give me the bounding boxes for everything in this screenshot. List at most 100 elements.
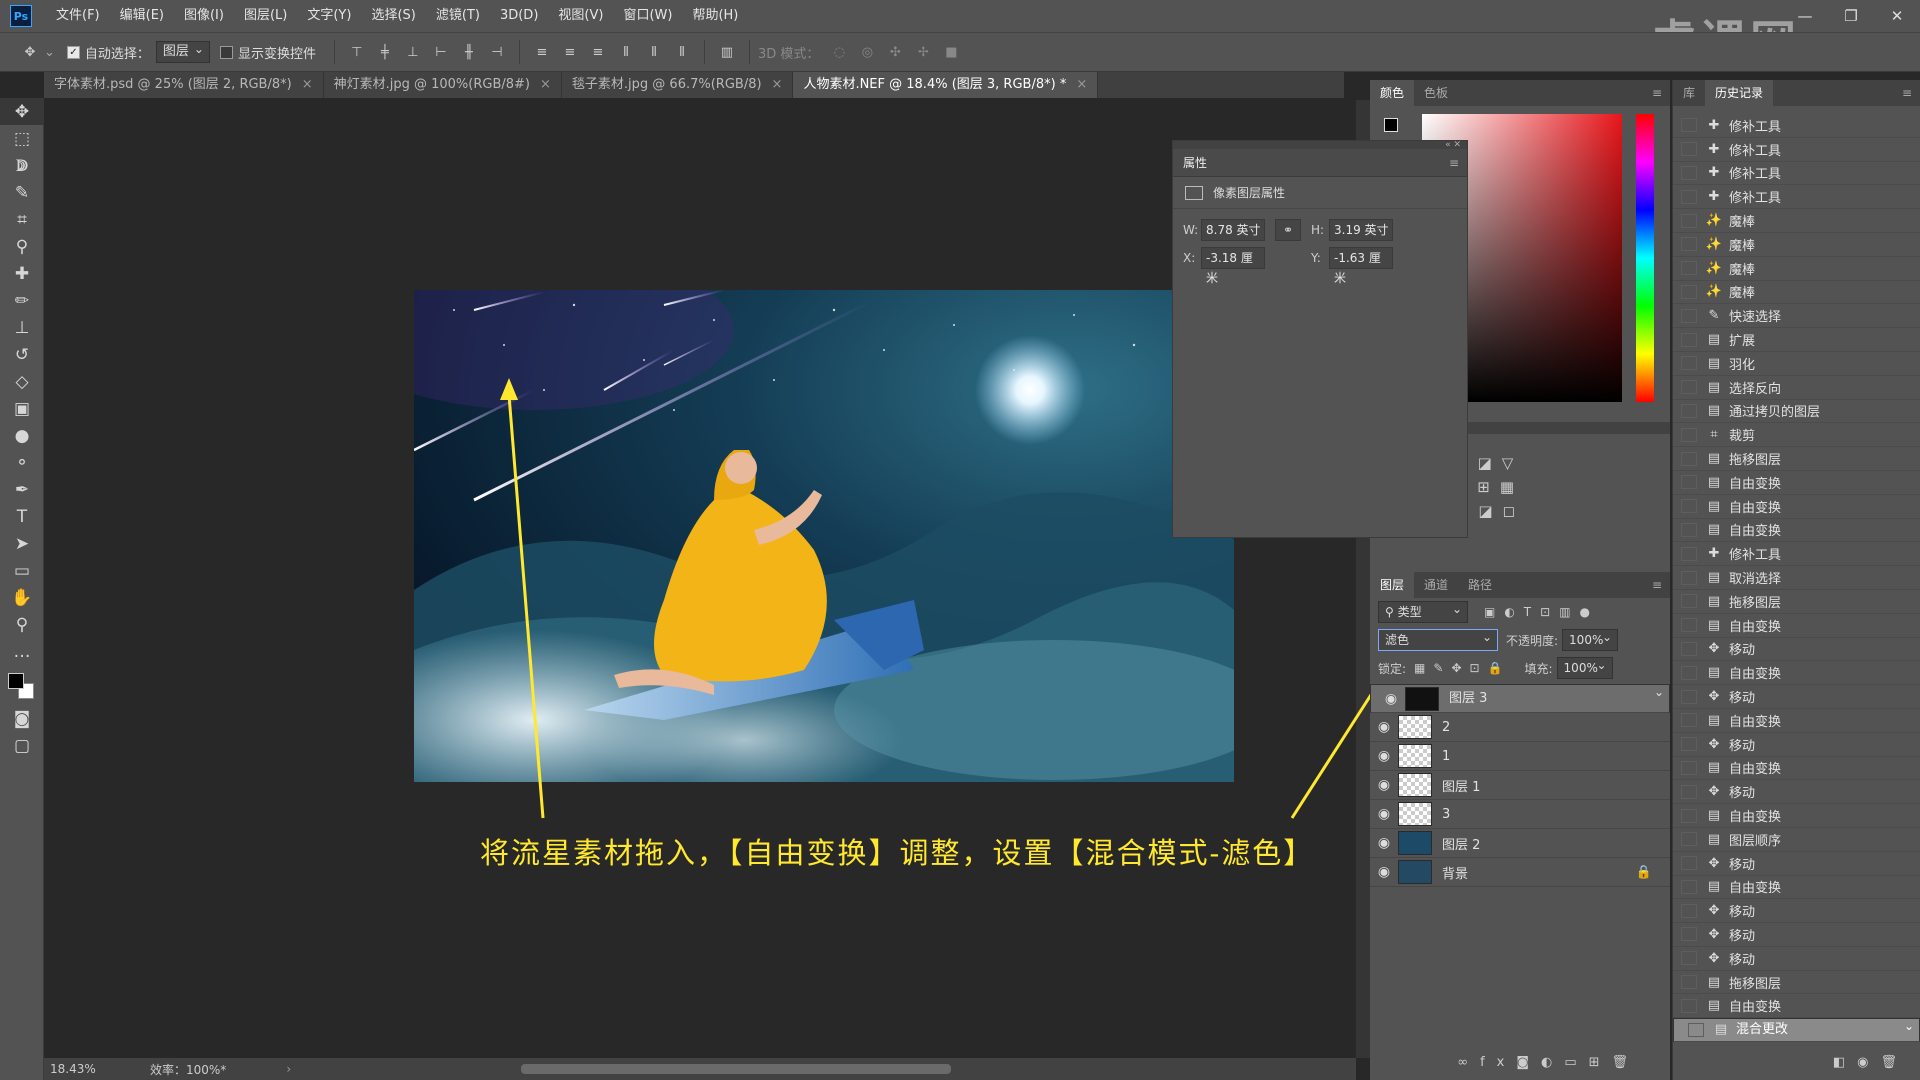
panel-close-icon[interactable]: « ✕ (1173, 141, 1467, 150)
document-image[interactable] (414, 290, 1234, 782)
align-top-icon[interactable]: ⊤ (345, 40, 369, 64)
layers-footer-icons[interactable]: ∞fx◙◐▭⊞🗑 (1370, 1048, 1670, 1076)
history-item[interactable]: ✚ 修补工具 (1673, 114, 1920, 138)
history-snapshot-box[interactable] (1681, 641, 1697, 656)
history-item[interactable]: ▤ 自由变换 (1673, 519, 1920, 543)
history-snapshot-box[interactable] (1681, 570, 1697, 585)
history-item[interactable]: ✚ 修补工具 (1673, 542, 1920, 567)
history-snapshot-box[interactable] (1681, 213, 1697, 228)
history-item[interactable]: ▤ 自由变换 (1673, 495, 1920, 519)
link-icon[interactable]: ⚭ (1275, 219, 1301, 241)
history-item[interactable]: ✥ 移动 (1673, 899, 1920, 924)
menu-item[interactable]: 窗口(W) (613, 0, 682, 32)
distribute-hcenter-icon[interactable]: ⦀ (642, 40, 666, 64)
history-snapshot-box[interactable] (1681, 522, 1697, 537)
history-snapshot-box[interactable] (1681, 308, 1697, 323)
fill-input[interactable]: 100% (1556, 655, 1613, 679)
history-item[interactable]: ▤ 自由变换 (1673, 614, 1920, 638)
history-snapshot-box[interactable] (1681, 760, 1697, 775)
distribute-top-icon[interactable]: ≡ (530, 40, 554, 64)
menu-item[interactable]: 编辑(E) (110, 0, 174, 32)
history-snapshot-box[interactable] (1681, 998, 1697, 1013)
history-item[interactable]: ⌗ 裁剪 (1673, 423, 1920, 448)
history-item[interactable]: ✨ 魔棒 (1673, 233, 1920, 257)
3d-pan-icon[interactable]: ✣ (883, 40, 907, 64)
filter-icons[interactable]: ▣◐T⊡▥● (1484, 605, 1599, 619)
history-item[interactable]: ▤ 自由变换 (1673, 804, 1920, 828)
panel-menu-icon[interactable]: ≡ (1644, 80, 1670, 106)
close-icon[interactable]: ✕ (1874, 0, 1920, 32)
history-snapshot-box[interactable] (1681, 951, 1697, 966)
history-snapshot-box[interactable] (1681, 903, 1697, 918)
tab-channels[interactable]: 通道 (1414, 572, 1458, 598)
history-item[interactable]: ▤ 自由变换 (1673, 709, 1920, 733)
history-snapshot-box[interactable] (1681, 594, 1697, 609)
menu-item[interactable]: 视图(V) (548, 0, 613, 32)
zoom-level[interactable]: 18.43% (50, 1062, 140, 1076)
history-item[interactable]: ▤ 拖移图层 (1673, 971, 1920, 995)
move-tool-icon[interactable]: ✥ (18, 40, 42, 64)
history-snapshot-box[interactable] (1681, 475, 1697, 490)
menu-item[interactable]: 文件(F) (46, 0, 110, 32)
3d-roll-icon[interactable]: ◎ (855, 40, 879, 64)
tab-document[interactable]: 字体素材.psd @ 25% (图层 2, RGB/8*) × (44, 72, 324, 98)
history-snapshot-box[interactable] (1681, 618, 1697, 633)
layer-row[interactable]: ◉ 2 (1370, 713, 1670, 742)
history-snapshot-box[interactable] (1681, 927, 1697, 942)
history-item[interactable]: ✚ 修补工具 (1673, 162, 1920, 186)
history-item[interactable]: ✥ 移动 (1673, 852, 1920, 876)
history-item[interactable]: ▤ 通过拷贝的图层 (1673, 400, 1920, 424)
tab-paths[interactable]: 路径 (1458, 572, 1502, 598)
3d-scale-icon[interactable]: ■ (939, 40, 963, 64)
auto-select-checkbox[interactable]: ✓ (66, 45, 80, 59)
distribute-right-icon[interactable]: ⦀ (670, 40, 694, 64)
history-item[interactable]: ▤ 扩展 (1673, 328, 1920, 352)
history-snapshot-box[interactable] (1681, 808, 1697, 823)
history-item[interactable]: ▤ 自由变换 (1673, 757, 1920, 781)
history-item[interactable]: ▤ 图层顺序 (1673, 828, 1920, 852)
history-item[interactable]: ▤ 拖移图层 (1673, 447, 1920, 471)
history-item[interactable]: ✚ 修补工具 (1673, 138, 1920, 162)
history-snapshot-box[interactable] (1688, 1023, 1704, 1038)
history-snapshot-box[interactable] (1681, 737, 1697, 752)
foreground-swatch[interactable] (1384, 118, 1398, 132)
distribute-bottom-icon[interactable]: ≡ (586, 40, 610, 64)
history-item[interactable]: ▤ 自由变换 (1673, 661, 1920, 686)
3d-slide-icon[interactable]: ✢ (911, 40, 935, 64)
layer-row[interactable]: ◉ 图层 3 (1370, 682, 1670, 713)
eye-icon[interactable]: ◉ (1370, 864, 1398, 880)
history-item[interactable]: ▤ 羽化 (1673, 352, 1920, 376)
pen-tool-icon[interactable]: ✒ (0, 476, 44, 503)
eye-icon[interactable]: ◉ (1370, 719, 1398, 735)
history-item[interactable]: ✥ 移动 (1673, 923, 1920, 947)
lock-icons[interactable]: ▦✎✥⊡🔒 (1414, 661, 1510, 675)
tab-document[interactable]: 神灯素材.jpg @ 100%(RGB/8#) × (323, 72, 562, 98)
menu-item[interactable]: 图像(I) (174, 0, 234, 32)
crop-tool-icon[interactable]: ⌗ (0, 206, 44, 233)
panel-menu-icon[interactable]: ≡ (1449, 156, 1459, 170)
tab-color[interactable]: 颜色 (1370, 80, 1415, 106)
eye-icon[interactable]: ◉ (1370, 748, 1398, 764)
3d-orbit-icon[interactable]: ◌ (827, 40, 851, 64)
history-item[interactable]: ✥ 移动 (1673, 733, 1920, 757)
eye-icon[interactable]: ◉ (1370, 835, 1398, 851)
history-snapshot-box[interactable] (1681, 975, 1697, 990)
menu-item[interactable]: 帮助(H) (682, 0, 748, 32)
tab-document-active[interactable]: 人物素材.NEF @ 18.4% (图层 3, RGB/8*) * × (793, 72, 1099, 98)
color-swatches[interactable] (0, 665, 43, 705)
history-item[interactable]: ▤ 自由变换 (1673, 994, 1920, 1019)
layer-row[interactable]: ◉ 图层 2 (1370, 829, 1670, 858)
history-snapshot-box[interactable] (1681, 546, 1697, 561)
history-item[interactable]: ✥ 移动 (1673, 780, 1920, 805)
x-input[interactable]: -3.18 厘米 (1201, 247, 1265, 285)
history-item[interactable]: ✥ 移动 (1673, 685, 1920, 709)
history-snapshot-box[interactable] (1681, 879, 1697, 894)
align-right-icon[interactable]: ⊣ (485, 40, 509, 64)
layer-row[interactable]: ◉ 1 (1370, 742, 1670, 771)
menu-item[interactable]: 选择(S) (361, 0, 425, 32)
history-snapshot-box[interactable] (1681, 380, 1697, 395)
history-item[interactable]: ▤ 混合更改 (1673, 1016, 1920, 1043)
layer-row[interactable]: ◉ 背景 🔒 (1370, 858, 1670, 887)
history-footer-icons[interactable]: ◧◉🗑 (1673, 1048, 1920, 1076)
lasso-tool-icon[interactable]: ↇ (0, 152, 44, 179)
